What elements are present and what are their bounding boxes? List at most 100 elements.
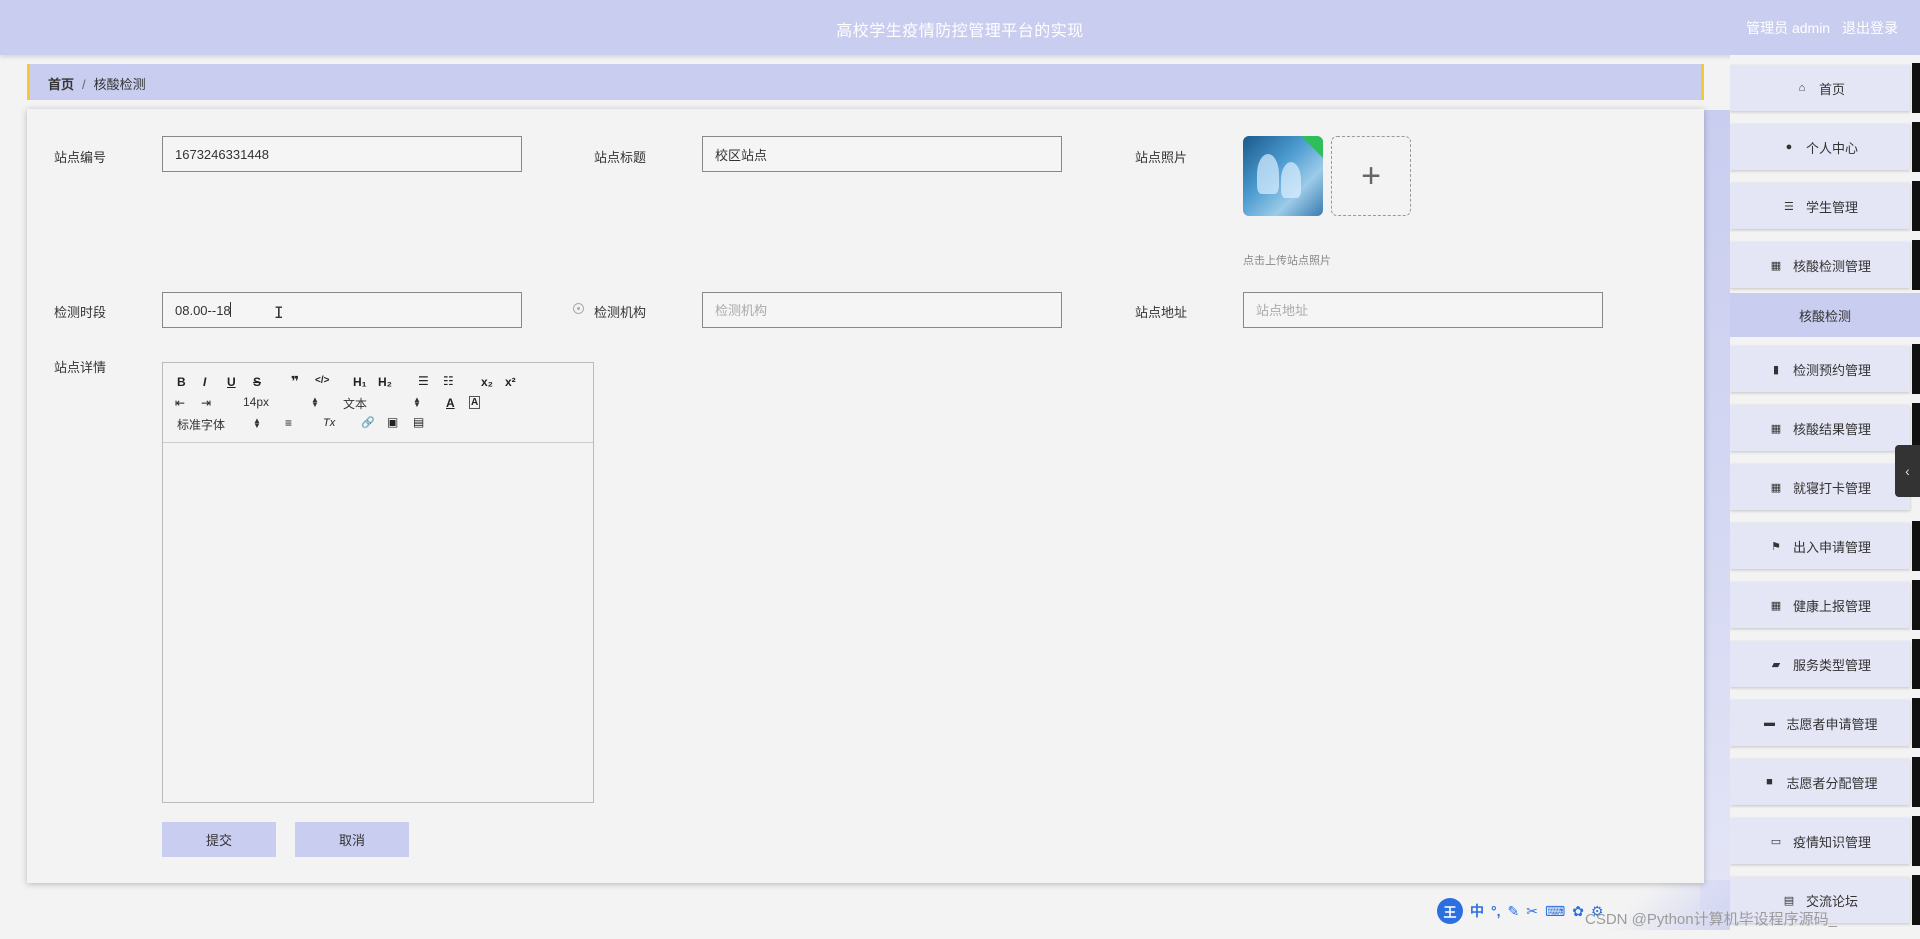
- sidebar-item-health-report[interactable]: ▦ 健康上报管理: [1730, 582, 1910, 628]
- ime-skin-icon[interactable]: ✿: [1572, 903, 1584, 920]
- station-title-input[interactable]: [702, 136, 1062, 172]
- address-input[interactable]: [1243, 292, 1603, 328]
- background-color-button[interactable]: A: [469, 396, 481, 409]
- sidebar-edge: [1912, 521, 1920, 571]
- address-label: 站点地址: [1135, 305, 1188, 320]
- sidebar-edge: [1912, 698, 1920, 748]
- indent-button[interactable]: ⇥: [201, 396, 211, 410]
- font-size-value: 14px: [243, 395, 270, 409]
- radio-icon[interactable]: [573, 303, 584, 314]
- ordered-list-button[interactable]: ☰: [418, 374, 429, 388]
- strike-button[interactable]: S: [253, 375, 261, 389]
- video-button[interactable]: ▤: [413, 415, 424, 429]
- blockquote-button[interactable]: ❞: [291, 373, 299, 390]
- breadcrumb: 首页 / 核酸检测: [27, 64, 1704, 100]
- submit-button[interactable]: 提交: [162, 822, 276, 857]
- grid-icon: ▦: [1770, 259, 1782, 272]
- sidebar-edge: [1912, 580, 1920, 630]
- detail-label: 站点详情: [54, 360, 107, 375]
- station-photo-thumbnail[interactable]: [1243, 136, 1323, 216]
- ime-mode-button[interactable]: 中: [1470, 901, 1484, 921]
- image-button[interactable]: ▣: [387, 415, 398, 429]
- sidebar-item-nucleic-test[interactable]: ▦ 核酸检测管理: [1730, 242, 1910, 288]
- cancel-button[interactable]: 取消: [295, 822, 409, 857]
- sidebar-item-knowledge[interactable]: ▭ 疫情知识管理: [1730, 818, 1910, 864]
- sidebar-item-service-type[interactable]: ▰ 服务类型管理: [1730, 641, 1910, 687]
- sidebar-edge: [1912, 816, 1920, 866]
- sidebar-item-entry-exit[interactable]: ⚑ 出入申请管理: [1730, 523, 1910, 569]
- editor-toolbar: B I U S ❞ </> H₁ H₂ ☰ ☷ x₂ x² ⇤ ⇥ 14px ▲…: [163, 363, 593, 443]
- sidebar: ⌂ 首页 ● 个人中心 ☰ 学生管理 ▦ 核酸检测管理 核酸检测 ▮ 检测预约管理 ▦ 核酸…: [1730, 55, 1920, 939]
- sidebar-edge: [1912, 63, 1920, 113]
- rich-text-editor: B I U S ❞ </> H₁ H₂ ☰ ☷ x₂ x² ⇤ ⇥ 14px ▲…: [162, 362, 594, 803]
- font-family-select[interactable]: 标准字体 ▲ ▼: [177, 416, 262, 433]
- header1-button[interactable]: H₁: [353, 375, 367, 389]
- org-input[interactable]: [702, 292, 1062, 328]
- station-photo-label: 站点照片: [1135, 150, 1188, 165]
- header2-button[interactable]: H₂: [378, 375, 392, 389]
- subscript-button[interactable]: x₂: [481, 375, 493, 389]
- grid-icon: ▦: [1770, 599, 1782, 612]
- select-arrows-icon: ▲ ▼: [253, 416, 261, 430]
- sidebar-edge: [1912, 639, 1920, 689]
- font-family-value: 标准字体: [177, 418, 226, 432]
- sidebar-item-label: 出入申请管理: [1792, 539, 1871, 555]
- user-area: 管理员 admin 退出登录: [1738, 18, 1898, 38]
- editor-content-area[interactable]: [163, 443, 593, 801]
- sidebar-item-label: 个人中心: [1805, 140, 1858, 156]
- align-button[interactable]: ≡: [285, 416, 292, 430]
- italic-button[interactable]: I: [203, 375, 206, 389]
- breadcrumb-home[interactable]: 首页: [48, 77, 74, 92]
- sidebar-item-label: 疫情知识管理: [1792, 834, 1871, 850]
- sidebar-item-label: 核酸检测管理: [1792, 258, 1871, 274]
- sidebar-collapse-button[interactable]: ‹: [1895, 445, 1920, 497]
- sidebar-item-volunteer-assign[interactable]: ■ 志愿者分配管理: [1730, 759, 1910, 805]
- bold-button[interactable]: B: [177, 375, 186, 389]
- clean-format-button[interactable]: Tx: [323, 417, 335, 429]
- sidebar-item-label: 就寝打卡管理: [1792, 480, 1871, 496]
- app-title: 高校学生疫情防控管理平台的实现: [836, 23, 1084, 40]
- outdent-button[interactable]: ⇤: [175, 396, 185, 410]
- sidebar-subitem-nucleic-test[interactable]: 核酸检测: [1730, 293, 1920, 337]
- text-caret: [230, 302, 231, 317]
- flag-icon: ⚑: [1771, 540, 1781, 553]
- sidebar-item-label: 志愿者申请管理: [1786, 716, 1878, 732]
- sidebar-item-appointment[interactable]: ▮ 检测预约管理: [1730, 346, 1910, 392]
- bullet-list-button[interactable]: ☷: [443, 374, 454, 388]
- sidebar-item-students[interactable]: ☰ 学生管理: [1730, 183, 1910, 229]
- superscript-button[interactable]: x²: [505, 375, 516, 389]
- sidebar-item-label: 志愿者分配管理: [1786, 775, 1878, 791]
- sidebar-item-results[interactable]: ▦ 核酸结果管理: [1730, 405, 1910, 451]
- home-icon: ⌂: [1798, 82, 1806, 94]
- breadcrumb-current: 核酸检测: [93, 77, 146, 92]
- select-arrows-icon: ▲ ▼: [311, 395, 319, 409]
- ime-logo-icon[interactable]: 王: [1437, 898, 1463, 924]
- ime-scissors-icon[interactable]: ✂: [1526, 903, 1538, 920]
- briefcase-icon: ▰: [1771, 658, 1781, 671]
- time-input[interactable]: [162, 292, 522, 328]
- station-no-input[interactable]: [162, 136, 522, 172]
- ime-keyboard-icon[interactable]: ⌨: [1545, 903, 1565, 920]
- sidebar-item-home[interactable]: ⌂ 首页: [1730, 65, 1910, 111]
- sidebar-item-bedtime[interactable]: ▦ 就寝打卡管理: [1730, 464, 1910, 510]
- font-size-select[interactable]: 14px ▲ ▼: [243, 395, 319, 409]
- grid-icon: ▦: [1770, 422, 1782, 435]
- link-button[interactable]: 🔗: [361, 416, 375, 429]
- user-icon: ●: [1785, 141, 1793, 153]
- text-type-select[interactable]: 文本 ▲ ▼: [343, 395, 423, 412]
- sidebar-item-volunteer-apply[interactable]: ▬ 志愿者申请管理: [1730, 700, 1910, 746]
- sidebar-item-profile[interactable]: ● 个人中心: [1730, 124, 1910, 170]
- decorative-band: [1700, 110, 1730, 910]
- sidebar-item-label: 交流论坛: [1805, 893, 1858, 909]
- underline-button[interactable]: U: [227, 375, 236, 389]
- logout-link[interactable]: 退出登录: [1842, 20, 1898, 36]
- sidebar-item-label: 核酸结果管理: [1792, 421, 1871, 437]
- chat-icon: ■: [1766, 776, 1773, 788]
- watermark: CSDN @Python计算机毕设程序源码_: [1585, 911, 1837, 928]
- ime-handwrite-icon[interactable]: ✎: [1508, 903, 1520, 920]
- photo-upload-button[interactable]: +: [1331, 136, 1411, 216]
- ime-punct-button[interactable]: °,: [1491, 903, 1501, 919]
- sidebar-subitem-label: 核酸检测: [1798, 308, 1851, 324]
- code-block-button[interactable]: </>: [315, 375, 329, 386]
- font-color-button[interactable]: A: [446, 396, 455, 410]
